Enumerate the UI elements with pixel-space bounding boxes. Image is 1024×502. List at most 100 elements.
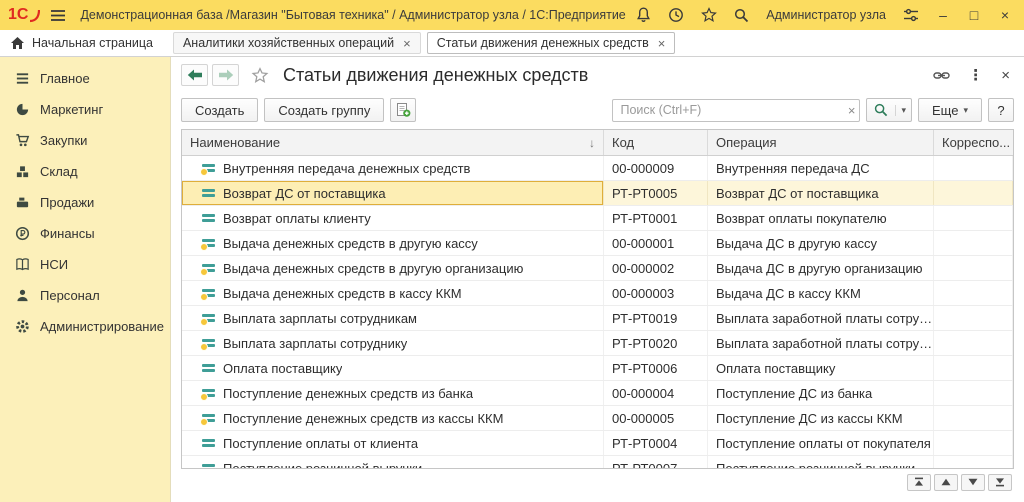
current-user-label[interactable]: Администратор узла bbox=[766, 8, 886, 22]
sidebar-item-warehouse[interactable]: Склад bbox=[0, 156, 170, 187]
cell-code: РТ-РТ0006 bbox=[604, 356, 708, 380]
sidebar-item-main[interactable]: Главное bbox=[0, 63, 170, 94]
column-header-name[interactable]: Наименование ↓ bbox=[182, 130, 604, 155]
cell-name: Поступление розничной выручки bbox=[182, 456, 604, 468]
forward-arrow-icon bbox=[218, 69, 233, 81]
tab-1[interactable]: Аналитики хозяйственных операций × bbox=[172, 32, 421, 54]
table-footer bbox=[171, 469, 1024, 495]
table-row[interactable]: Выдача денежных средств в другую организ… bbox=[182, 256, 1013, 281]
table-row[interactable]: Поступление денежных средств из кассы КК… bbox=[182, 406, 1013, 431]
sidebar-item-finance[interactable]: Финансы bbox=[0, 218, 170, 249]
tab-close-icon[interactable]: × bbox=[403, 36, 411, 51]
catalog-item-icon bbox=[200, 288, 216, 301]
sidebar: Главное Маркетинг Закупки Склад Продажи Финан… bbox=[0, 57, 170, 502]
table-row[interactable]: Возврат ДС от поставщика РТ-РТ0005 Возврат… bbox=[182, 181, 1013, 206]
main-body: Главное Маркетинг Закупки Склад Продажи Финан… bbox=[0, 57, 1024, 502]
cell-operation: Возврат ДС от поставщика bbox=[708, 181, 934, 205]
table-row[interactable]: Выплата зарплаты сотруднику РТ-РТ0020 Выпл… bbox=[182, 331, 1013, 356]
close-window-button[interactable]: × bbox=[998, 8, 1012, 22]
cell-name: Оплата поставщику bbox=[182, 356, 604, 380]
page-title: Статьи движения денежных средств bbox=[283, 64, 589, 85]
cell-code: 00-000003 bbox=[604, 281, 708, 305]
form-header: Статьи движения денежных средств ⋮ × bbox=[171, 57, 1024, 93]
link-icon[interactable] bbox=[933, 70, 950, 81]
main-icon bbox=[14, 71, 30, 86]
table-row[interactable]: Внутренняя передача денежных средств 00-0… bbox=[182, 156, 1013, 181]
cell-operation: Поступление ДС из банка bbox=[708, 381, 934, 405]
history-icon[interactable] bbox=[668, 7, 684, 23]
cell-name: Выдача денежных средств в кассу ККМ bbox=[182, 281, 604, 305]
catalog-item-icon bbox=[200, 413, 216, 426]
column-header-code[interactable]: Код bbox=[604, 130, 708, 155]
sidebar-item-label: Финансы bbox=[40, 226, 95, 241]
cell-code: 00-000004 bbox=[604, 381, 708, 405]
table-row[interactable]: Поступление розничной выручки РТ-РТ0007 По… bbox=[182, 456, 1013, 468]
search-options-caret-icon[interactable]: ▾ bbox=[895, 104, 911, 116]
catalog-item-icon bbox=[200, 338, 216, 351]
close-form-button[interactable]: × bbox=[1001, 67, 1010, 84]
favorite-star-icon[interactable] bbox=[251, 66, 269, 84]
sidebar-item-staff[interactable]: Персонал bbox=[0, 280, 170, 311]
create-by-copy-button[interactable] bbox=[390, 98, 417, 122]
tab-close-icon[interactable]: × bbox=[658, 36, 666, 51]
cell-name: Поступление денежных средств из кассы КК… bbox=[182, 406, 604, 430]
scroll-up-button[interactable] bbox=[934, 473, 958, 491]
more-menu-icon[interactable]: ⋮ bbox=[968, 66, 983, 84]
maximize-button[interactable]: □ bbox=[967, 8, 981, 22]
create-group-button[interactable]: Создать группу bbox=[264, 98, 385, 122]
content-panel: Статьи движения денежных средств ⋮ × Соз… bbox=[170, 57, 1024, 502]
sidebar-item-marketing[interactable]: Маркетинг bbox=[0, 94, 170, 125]
sidebar-item-label: Персонал bbox=[40, 288, 100, 303]
catalog-item-icon bbox=[200, 163, 216, 176]
cell-correspondence bbox=[934, 306, 1013, 330]
table-row[interactable]: Поступление оплаты от клиента РТ-РТ0004 По… bbox=[182, 431, 1013, 456]
forward-button[interactable] bbox=[212, 64, 239, 86]
column-header-operation[interactable]: Операция bbox=[708, 130, 934, 155]
tab-home[interactable]: Начальная страница bbox=[0, 30, 167, 56]
sidebar-item-purchases[interactable]: Закупки bbox=[0, 125, 170, 156]
table-row[interactable]: Возврат оплаты клиенту РТ-РТ0001 Возврат о… bbox=[182, 206, 1013, 231]
cell-code: 00-000009 bbox=[604, 156, 708, 180]
favorites-star-icon[interactable] bbox=[701, 7, 718, 23]
cell-correspondence bbox=[934, 281, 1013, 305]
table-row[interactable]: Выплата зарплаты сотрудникам РТ-РТ0019 Вып… bbox=[182, 306, 1013, 331]
table-row[interactable]: Выдача денежных средств в другую кассу 00… bbox=[182, 231, 1013, 256]
help-button[interactable]: ? bbox=[988, 98, 1014, 122]
home-icon bbox=[11, 37, 24, 49]
cell-operation: Выплата заработной платы сотру… bbox=[708, 331, 934, 355]
sidebar-item-admin[interactable]: Администрирование bbox=[0, 311, 170, 342]
home-tab-label: Начальная страница bbox=[32, 36, 153, 50]
create-button[interactable]: Создать bbox=[181, 98, 259, 122]
scroll-to-bottom-button[interactable] bbox=[988, 473, 1012, 491]
back-button[interactable] bbox=[181, 64, 208, 86]
minimize-button[interactable]: – bbox=[936, 8, 950, 22]
table-row[interactable]: Поступление денежных средств из банка 00-… bbox=[182, 381, 1013, 406]
scroll-down-button[interactable] bbox=[961, 473, 985, 491]
notifications-bell-icon[interactable] bbox=[636, 7, 651, 23]
cell-code: РТ-РТ0007 bbox=[604, 456, 708, 468]
logo-swoosh-icon bbox=[30, 9, 41, 23]
cell-name: Внутренняя передача денежных средств bbox=[182, 156, 604, 180]
clear-search-icon[interactable]: × bbox=[848, 104, 856, 117]
sidebar-item-label: Закупки bbox=[40, 133, 88, 148]
search-input[interactable] bbox=[612, 98, 861, 122]
more-button[interactable]: Еще ▾ bbox=[918, 98, 982, 122]
items-table: Наименование ↓ Код Операция Корреспо... … bbox=[181, 129, 1014, 469]
column-header-correspondence[interactable]: Корреспо... bbox=[934, 130, 1013, 155]
main-menu-icon[interactable] bbox=[50, 9, 66, 22]
table-row[interactable]: Оплата поставщику РТ-РТ0006 Оплата поставщ… bbox=[182, 356, 1013, 381]
tab-2[interactable]: Статьи движения денежных средств × bbox=[426, 32, 676, 54]
cell-operation: Возврат оплаты покупателю bbox=[708, 206, 934, 230]
table-row[interactable]: Выдача денежных средств в кассу ККМ 00-00… bbox=[182, 281, 1013, 306]
catalog-item-icon bbox=[200, 388, 216, 401]
tabbar: Начальная страница Аналитики хозяйственн… bbox=[0, 30, 1024, 57]
sidebar-item-sales[interactable]: Продажи bbox=[0, 187, 170, 218]
global-search-icon[interactable] bbox=[734, 8, 749, 23]
sidebar-item-nsi[interactable]: НСИ bbox=[0, 249, 170, 280]
tabbar-tabs: Аналитики хозяйственных операций × Статьи … bbox=[167, 30, 676, 56]
search-button[interactable]: ▾ bbox=[866, 98, 913, 122]
form-header-actions: ⋮ × bbox=[933, 66, 1014, 84]
settings-icon[interactable] bbox=[903, 8, 919, 22]
scroll-to-top-button[interactable] bbox=[907, 473, 931, 491]
cell-correspondence bbox=[934, 456, 1013, 468]
